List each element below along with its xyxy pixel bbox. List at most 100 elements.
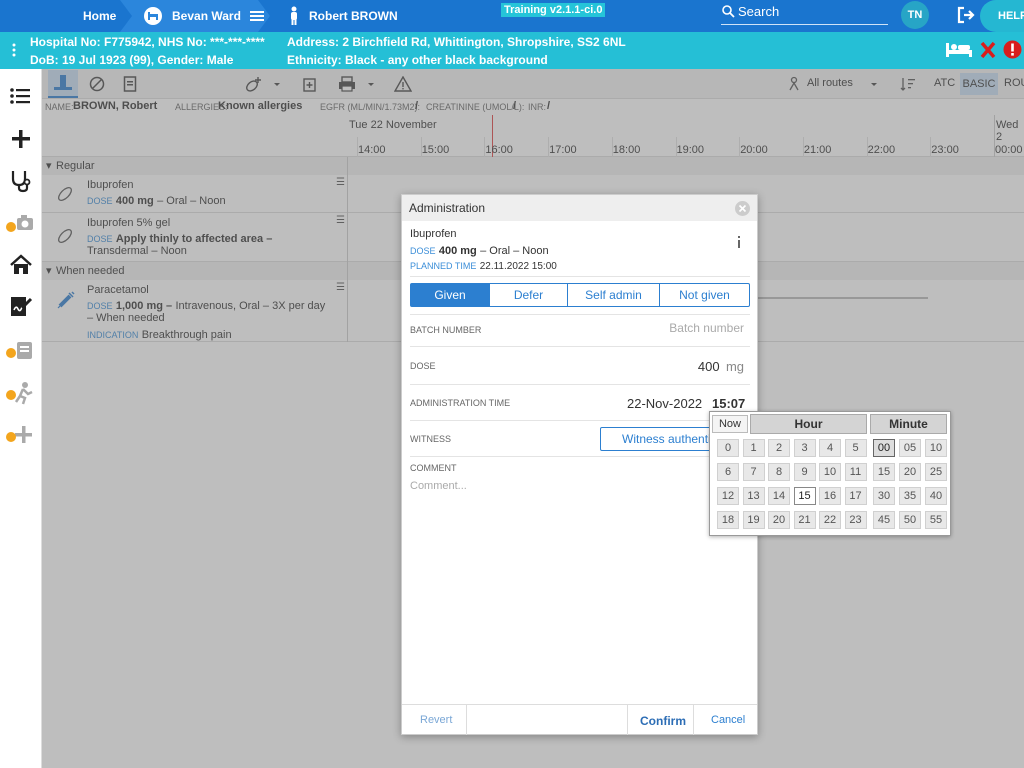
hour-option[interactable]: 9 xyxy=(793,463,816,481)
hour-option[interactable]: 21 xyxy=(793,511,816,529)
minute-option[interactable]: 05 xyxy=(899,439,921,457)
minute-option[interactable]: 45 xyxy=(873,511,895,529)
close-icon[interactable] xyxy=(735,201,750,216)
search-icon xyxy=(722,5,735,18)
banner-menu-icon[interactable] xyxy=(12,43,16,57)
add-icon[interactable] xyxy=(8,126,34,152)
patient-address: Address: 2 Birchfield Rd, Whittington, S… xyxy=(287,35,626,49)
hour-option[interactable]: 22 xyxy=(819,511,841,529)
logout-icon[interactable] xyxy=(956,6,976,24)
hour-option[interactable]: 11 xyxy=(844,463,867,481)
revert-button[interactable]: Revert xyxy=(420,714,452,726)
hour-option[interactable]: 23 xyxy=(844,511,867,529)
sign-document-icon[interactable] xyxy=(8,294,34,320)
minute-option[interactable]: 10 xyxy=(925,439,947,457)
ward-label: Bevan Ward xyxy=(172,9,241,23)
hour-option[interactable]: 19 xyxy=(742,511,765,529)
info-icon[interactable] xyxy=(735,235,743,249)
batch-number-input[interactable]: Batch number xyxy=(582,321,744,335)
minute-option[interactable]: 55 xyxy=(925,511,947,529)
hour-option[interactable]: 12 xyxy=(717,487,739,505)
minute-option[interactable]: 30 xyxy=(873,487,895,505)
hour-option[interactable]: 20 xyxy=(768,511,790,529)
divider xyxy=(410,456,750,457)
admin-date-input[interactable]: 22-Nov-2022 xyxy=(627,396,702,411)
ward-menu-icon[interactable] xyxy=(249,10,265,22)
bed-status-icon[interactable] xyxy=(945,41,973,59)
bed-icon xyxy=(144,7,162,25)
hour-option[interactable]: 1 xyxy=(742,439,765,457)
witness-label: WITNESS xyxy=(410,434,452,444)
hour-option[interactable]: 17 xyxy=(844,487,867,505)
search-placeholder: Search xyxy=(738,4,780,19)
breadcrumb-home[interactable]: Home xyxy=(0,0,128,32)
minute-option[interactable]: 25 xyxy=(925,463,947,481)
hour-option[interactable]: 10 xyxy=(819,463,841,481)
batch-number-label: BATCH NUMBER xyxy=(410,325,482,335)
divider xyxy=(410,420,750,421)
hour-option[interactable]: 6 xyxy=(717,463,739,481)
minute-option[interactable]: 40 xyxy=(925,487,947,505)
hour-option[interactable]: 16 xyxy=(819,487,841,505)
patient-person-icon xyxy=(289,6,299,26)
lock-icon xyxy=(6,432,16,442)
planned-time-label: PLANNED TIME xyxy=(410,261,477,271)
tab-not-given[interactable]: Not given xyxy=(659,283,750,307)
hour-option[interactable]: 15 xyxy=(793,487,816,505)
hour-header: Hour xyxy=(750,414,867,434)
dialog-title: Administration xyxy=(402,195,757,221)
user-avatar[interactable]: TN xyxy=(901,1,929,29)
now-button[interactable]: Now xyxy=(712,415,748,433)
divider xyxy=(410,384,750,385)
admin-time-input[interactable]: 15:07 xyxy=(712,396,745,411)
list-icon[interactable] xyxy=(8,84,34,110)
minute-option[interactable]: 35 xyxy=(899,487,921,505)
patient-label: Robert BROWN xyxy=(309,9,398,23)
hour-option[interactable]: 18 xyxy=(717,511,739,529)
comment-label: COMMENT xyxy=(410,463,457,473)
training-badge: Training v2.1.1-ci.0 xyxy=(501,3,606,17)
tab-defer[interactable]: Defer xyxy=(490,283,568,307)
minute-header: Minute xyxy=(870,414,947,434)
warning-circle-icon[interactable] xyxy=(1003,40,1022,59)
lock-icon xyxy=(6,222,16,232)
breadcrumb-ward[interactable]: Bevan Ward xyxy=(120,0,270,32)
stethoscope-icon[interactable] xyxy=(8,168,34,194)
hour-option[interactable]: 4 xyxy=(819,439,841,457)
minute-option[interactable]: 15 xyxy=(873,463,895,481)
dialog-dose-label: DOSE xyxy=(410,246,436,256)
minute-option[interactable]: 00 xyxy=(873,439,895,457)
hour-option[interactable]: 5 xyxy=(844,439,867,457)
alert-x-icon[interactable] xyxy=(980,41,996,59)
comment-textarea[interactable]: Comment... xyxy=(410,480,750,690)
footer-divider xyxy=(693,705,694,735)
hour-option[interactable]: 8 xyxy=(768,463,790,481)
dose-unit: mg xyxy=(725,359,744,374)
dose-field-label: DOSE xyxy=(410,361,436,371)
breadcrumb-patient[interactable]: Robert BROWN xyxy=(280,0,500,32)
divider xyxy=(410,314,750,315)
dialog-drug-name: Ibuprofen xyxy=(410,228,457,240)
search-input[interactable]: Search xyxy=(721,3,888,25)
footer-divider xyxy=(627,705,628,735)
tab-self-admin[interactable]: Self admin xyxy=(567,283,660,307)
minute-option[interactable]: 50 xyxy=(899,511,921,529)
hour-option[interactable]: 14 xyxy=(768,487,790,505)
help-button[interactable]: HELP xyxy=(980,0,1024,32)
planned-time-value: 22.11.2022 15:00 xyxy=(479,261,557,272)
hour-option[interactable]: 7 xyxy=(742,463,765,481)
cancel-button[interactable]: Cancel xyxy=(711,714,745,726)
divider xyxy=(410,276,750,277)
hour-option[interactable]: 2 xyxy=(768,439,790,457)
confirm-button[interactable]: Confirm xyxy=(640,714,686,728)
hour-option[interactable]: 0 xyxy=(717,439,739,457)
hour-option[interactable]: 3 xyxy=(793,439,816,457)
hour-option[interactable]: 13 xyxy=(742,487,765,505)
tab-given[interactable]: Given xyxy=(410,283,490,307)
minute-option[interactable]: 20 xyxy=(899,463,921,481)
home-icon[interactable] xyxy=(8,252,34,278)
lock-icon xyxy=(6,390,16,400)
dialog-dose-rest: – Oral – Noon xyxy=(480,245,549,257)
divider xyxy=(410,346,750,347)
dose-input[interactable]: 400 mg xyxy=(652,359,744,374)
